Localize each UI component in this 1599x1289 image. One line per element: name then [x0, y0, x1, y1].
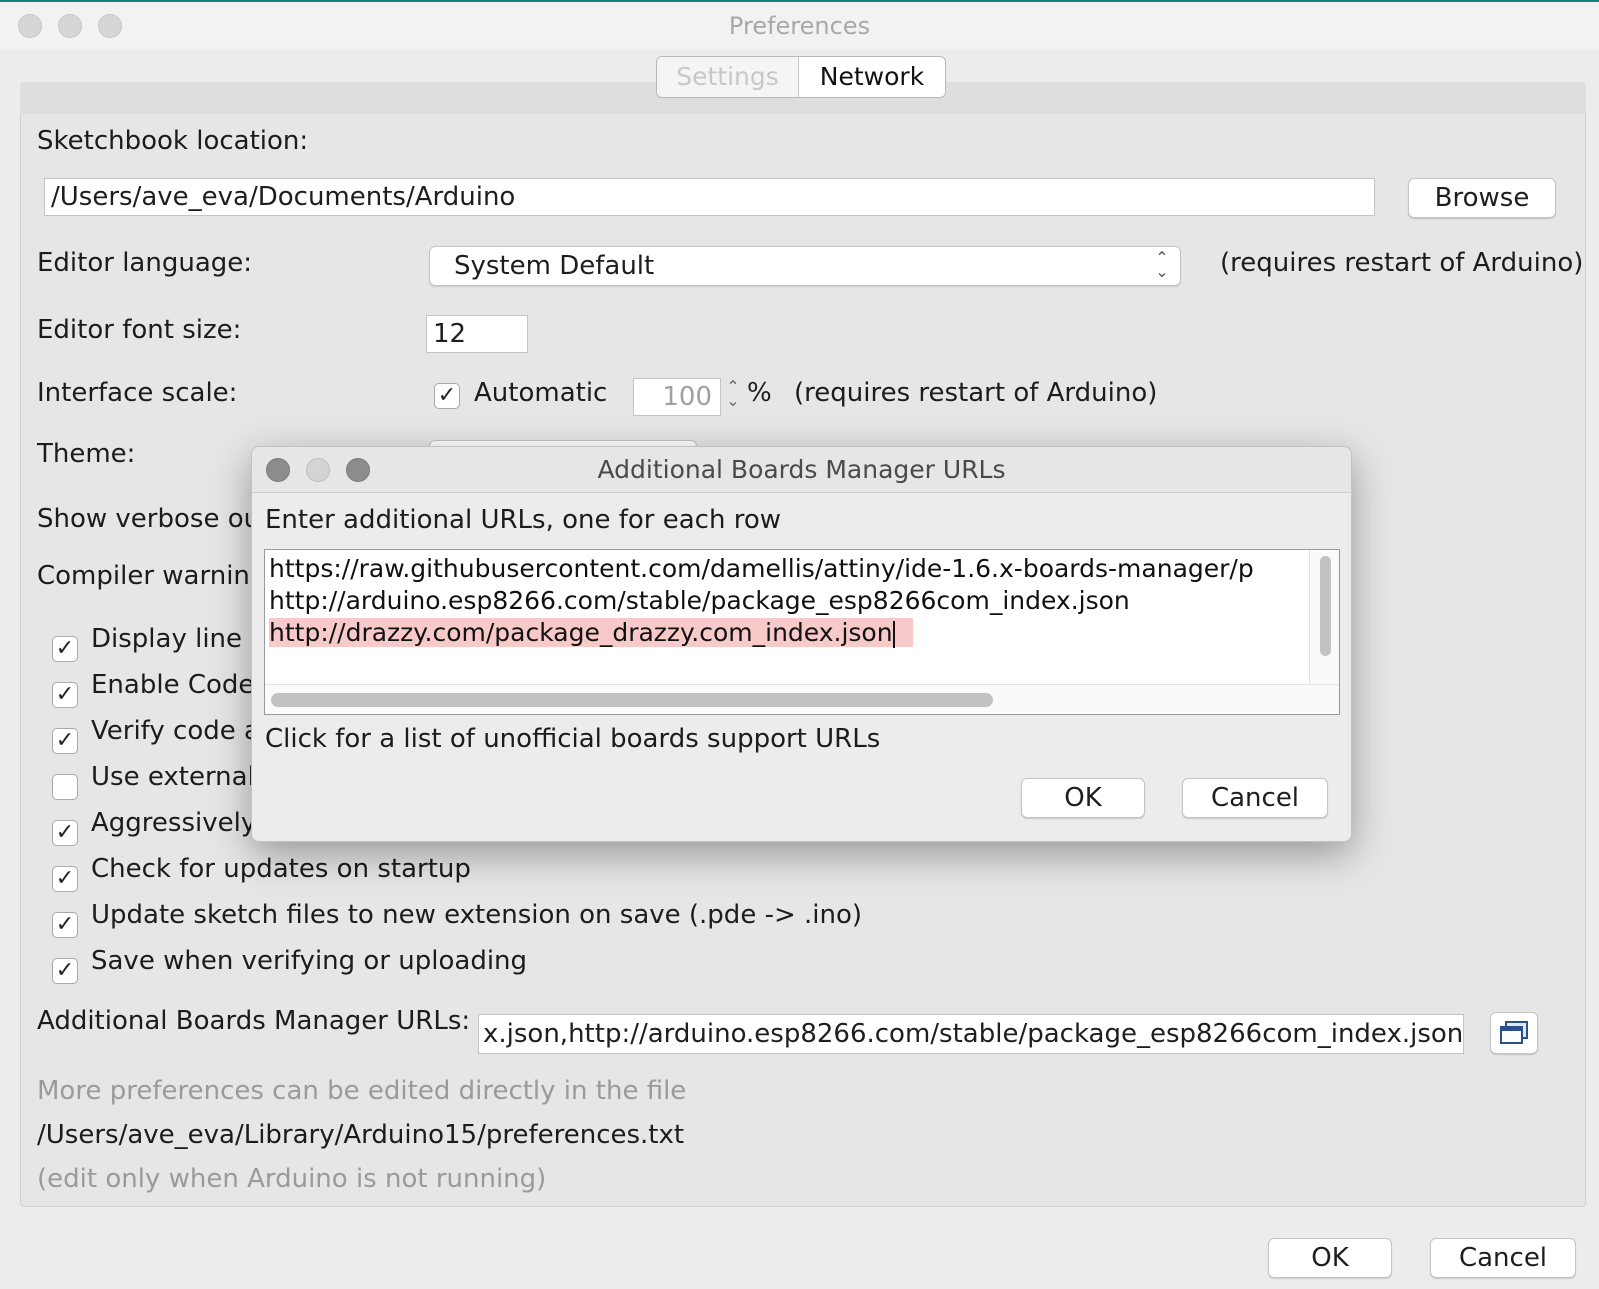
- horizontal-scroll-thumb[interactable]: [271, 693, 993, 707]
- verify-code-label: Verify code a: [91, 716, 260, 746]
- url-line-3-text: http://drazzy.com/package_drazzy.com_ind…: [269, 618, 893, 647]
- cancel-button[interactable]: Cancel: [1430, 1238, 1576, 1278]
- scale-unit: %: [747, 378, 772, 408]
- sketchbook-location-input[interactable]: /Users/ave_eva/Documents/Arduino: [44, 178, 1375, 216]
- url-line-2: http://arduino.esp8266.com/stable/packag…: [269, 586, 1130, 615]
- aggressively-cache-label: Aggressively: [91, 808, 257, 838]
- tab-network[interactable]: Network: [799, 57, 945, 97]
- enable-code-folding-label: Enable Code: [91, 670, 255, 700]
- dialog-title: Additional Boards Manager URLs: [597, 455, 1006, 484]
- compiler-warnings-label: Compiler warning: [37, 561, 267, 591]
- boards-urls-dialog: Additional Boards Manager URLs Enter add…: [251, 446, 1352, 842]
- interface-scale-note: (requires restart of Arduino): [794, 378, 1158, 408]
- display-line-numbers-label: Display line r: [91, 624, 261, 654]
- text-caret: [892, 620, 895, 648]
- tab-bar: Settings Network: [656, 56, 946, 98]
- dialog-title-bar: Additional Boards Manager URLs: [252, 447, 1351, 493]
- tab-settings[interactable]: Settings: [657, 57, 799, 97]
- automatic-scale-checkbox[interactable]: ✓: [434, 383, 460, 409]
- check-updates-label: Check for updates on startup: [91, 854, 471, 884]
- display-line-numbers-checkbox[interactable]: ✓: [52, 636, 78, 662]
- edit-urls-button[interactable]: [1490, 1012, 1538, 1054]
- url-line-1: https://raw.githubusercontent.com/damell…: [269, 554, 1254, 583]
- save-when-verifying-checkbox[interactable]: ✓: [52, 958, 78, 984]
- dialog-cancel-button[interactable]: Cancel: [1182, 778, 1328, 818]
- editor-language-select[interactable]: System Default ⌃ ⌄: [429, 246, 1181, 286]
- preferences-path: /Users/ave_eva/Library/Arduino15/prefere…: [37, 1120, 685, 1150]
- scale-stepper[interactable]: ⌃ ⌄: [723, 379, 743, 416]
- editor-language-label: Editor language:: [37, 248, 253, 278]
- vertical-scrollbar[interactable]: [1309, 550, 1339, 684]
- dialog-ok-button[interactable]: OK: [1021, 778, 1145, 818]
- verbose-output-label: Show verbose ou: [37, 504, 261, 534]
- font-size-input[interactable]: 12: [426, 315, 528, 353]
- edit-warning-note: (edit only when Arduino is not running): [37, 1164, 547, 1194]
- urls-textarea[interactable]: https://raw.githubusercontent.com/damell…: [264, 549, 1340, 715]
- font-size-label: Editor font size:: [37, 315, 242, 345]
- window-list-icon: [1500, 1021, 1528, 1044]
- aggressively-cache-checkbox[interactable]: ✓: [52, 820, 78, 846]
- use-external-editor-label: Use external: [91, 762, 255, 792]
- more-preferences-note: More preferences can be edited directly …: [37, 1076, 687, 1106]
- check-updates-checkbox[interactable]: ✓: [52, 866, 78, 892]
- verify-code-checkbox[interactable]: ✓: [52, 728, 78, 754]
- browse-button[interactable]: Browse: [1408, 178, 1556, 218]
- unofficial-boards-link[interactable]: Click for a list of unofficial boards su…: [265, 724, 880, 754]
- theme-label: Theme:: [37, 439, 136, 469]
- interface-scale-label: Interface scale:: [37, 378, 238, 408]
- update-extension-label: Update sketch files to new extension on …: [91, 900, 863, 930]
- use-external-editor-checkbox[interactable]: [52, 774, 78, 800]
- enable-code-folding-checkbox[interactable]: ✓: [52, 682, 78, 708]
- editor-language-value: System Default: [454, 251, 655, 281]
- boards-urls-input[interactable]: x.json,http://arduino.esp8266.com/stable…: [478, 1014, 1464, 1054]
- save-when-verifying-label: Save when verifying or uploading: [91, 946, 528, 976]
- ok-button[interactable]: OK: [1268, 1238, 1392, 1278]
- scale-percent-input[interactable]: 100: [633, 378, 721, 416]
- window-title: Preferences: [728, 12, 871, 40]
- dialog-instruction: Enter additional URLs, one for each row: [265, 505, 782, 535]
- boards-urls-label: Additional Boards Manager URLs:: [37, 1006, 471, 1036]
- title-bar: Preferences: [0, 2, 1599, 50]
- sketchbook-label: Sketchbook location:: [37, 126, 309, 156]
- vertical-scroll-thumb[interactable]: [1320, 556, 1331, 656]
- update-extension-checkbox[interactable]: ✓: [52, 912, 78, 938]
- url-line-3-selected: http://drazzy.com/package_drazzy.com_ind…: [269, 618, 913, 648]
- editor-language-note: (requires restart of Arduino): [1220, 248, 1584, 278]
- horizontal-scrollbar[interactable]: [265, 684, 1339, 714]
- automatic-scale-label: Automatic: [474, 378, 608, 408]
- chevron-updown-icon: ⌃ ⌄: [1155, 248, 1169, 281]
